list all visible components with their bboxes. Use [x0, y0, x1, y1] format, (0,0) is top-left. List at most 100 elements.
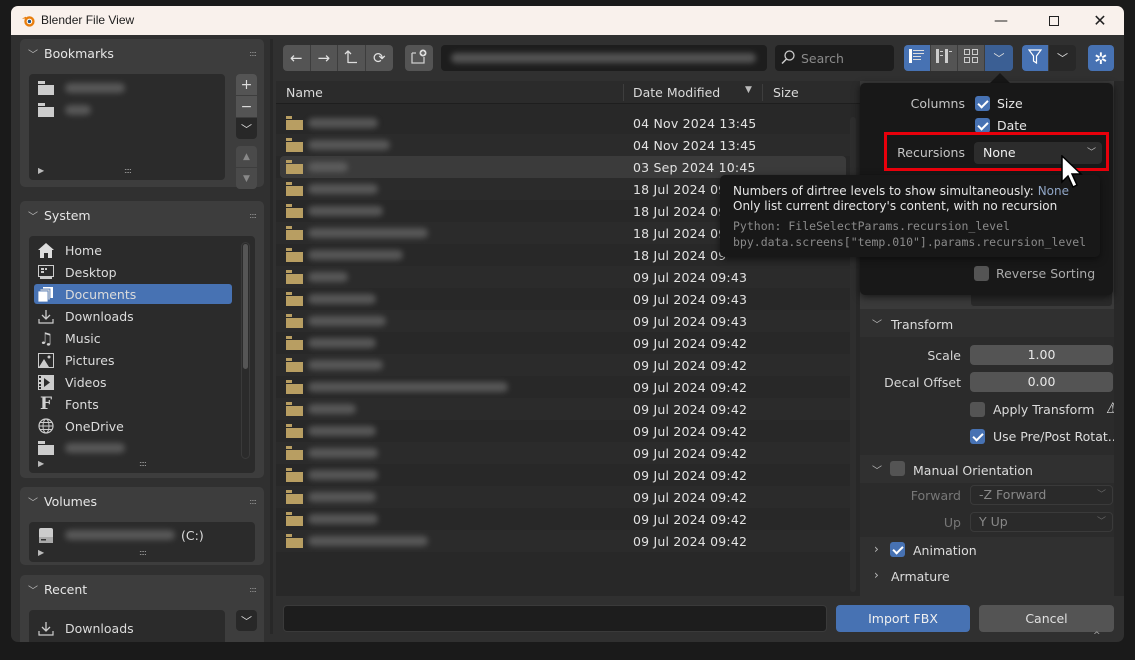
checkbox[interactable]	[970, 402, 985, 417]
volumes-header[interactable]: ﹀ Volumes	[28, 494, 97, 509]
add-bookmark-button[interactable]: +	[236, 74, 257, 95]
system-item-desktop[interactable]: Desktop	[34, 262, 232, 282]
column-header-size[interactable]: Size	[773, 81, 799, 104]
manual-orientation-checkbox[interactable]	[890, 461, 905, 476]
file-row[interactable]: 09 Jul 2024 09:43	[276, 266, 850, 288]
up-dropdown[interactable]: Y Up ﹀	[970, 512, 1113, 532]
options-button[interactable]: ✲	[1088, 45, 1114, 71]
options-scrollbar-track[interactable]	[1114, 81, 1124, 596]
refresh-button[interactable]: ⟳	[366, 45, 393, 71]
checkbox[interactable]	[975, 118, 990, 133]
search-field[interactable]: Search	[775, 45, 894, 71]
volume-item-c[interactable]: (C:)	[34, 525, 232, 545]
forward-dropdown[interactable]: -Z Forward ﹀	[970, 485, 1113, 505]
file-row[interactable]: 09 Jul 2024 09:43	[276, 288, 850, 310]
system-item-videos[interactable]: Videos	[34, 372, 232, 392]
system-item-fonts[interactable]: F Fonts	[34, 394, 232, 414]
minimize-button[interactable]: —	[978, 6, 1024, 35]
display-settings-dropdown-button[interactable]: ﹀	[985, 45, 1013, 71]
create-new-directory-button[interactable]	[405, 45, 433, 71]
file-row[interactable]: 09 Jul 2024 09:42	[276, 442, 850, 464]
display-vertical-list-button[interactable]	[904, 45, 931, 71]
checkbox[interactable]	[975, 96, 990, 111]
back-button[interactable]: ←	[283, 45, 311, 71]
bookmark-menu-button[interactable]: ﹀	[236, 118, 257, 139]
drag-grip-icon[interactable]: ::::	[249, 211, 257, 220]
system-item-home[interactable]: Home	[34, 240, 232, 260]
use-prepost-rotation-checkbox[interactable]: Use Pre/Post Rotat...	[970, 428, 1120, 444]
drag-grip-icon[interactable]: ::::	[249, 585, 257, 594]
file-row[interactable]: 09 Jul 2024 09:42	[276, 530, 850, 552]
parent-directory-button[interactable]	[338, 45, 366, 71]
size-column-checkbox[interactable]: Size	[975, 95, 1023, 111]
forward-button[interactable]: →	[311, 45, 338, 71]
checkbox[interactable]	[974, 266, 989, 281]
system-item-onedrive[interactable]: OneDrive	[34, 416, 232, 436]
file-row[interactable]: 09 Jul 2024 09:42	[276, 398, 850, 420]
sidebar-divider[interactable]	[270, 39, 273, 634]
column-divider[interactable]	[762, 84, 763, 101]
expand-triangle-icon[interactable]: ▶	[38, 548, 44, 557]
recent-item-downloads[interactable]: Downloads	[34, 618, 232, 638]
file-row[interactable]: 09 Jul 2024 09:43	[276, 310, 850, 332]
move-down-button[interactable]: ▼	[236, 168, 257, 189]
bookmarks-header[interactable]: ﹀ Bookmarks	[28, 46, 114, 61]
reverse-sorting-checkbox[interactable]: Reverse Sorting	[974, 265, 1095, 281]
apply-transform-checkbox[interactable]: Apply Transform	[970, 401, 1094, 417]
expand-triangle-icon[interactable]: ▶	[38, 166, 44, 175]
system-item-documents[interactable]: Documents	[34, 284, 232, 304]
bookmark-item[interactable]	[34, 100, 232, 120]
drag-grip-icon[interactable]: ::::	[249, 49, 257, 58]
file-row[interactable]: 09 Jul 2024 09:42	[276, 376, 850, 398]
resize-grip-icon[interactable]: ::::	[139, 459, 147, 468]
file-row[interactable]: 09 Jul 2024 09:42	[276, 420, 850, 442]
armature-section-header[interactable]: › Armature	[860, 563, 1114, 589]
maximize-button[interactable]	[1031, 6, 1077, 35]
file-row[interactable]: 09 Jul 2024 09:42	[276, 486, 850, 508]
column-header-date[interactable]: Date Modified	[633, 81, 720, 104]
system-item-pictures[interactable]: Pictures	[34, 350, 232, 370]
recent-menu-button[interactable]: ﹀	[236, 610, 257, 631]
filter-dropdown-button[interactable]: ﹀	[1049, 45, 1076, 71]
remove-bookmark-button[interactable]: −	[236, 96, 257, 117]
chevron-up-icon[interactable]: ^	[1093, 631, 1101, 641]
display-thumbnails-button[interactable]	[958, 45, 985, 71]
filter-toggle-button[interactable]	[1022, 45, 1049, 71]
animation-checkbox[interactable]	[890, 542, 905, 557]
expand-triangle-icon[interactable]: ▶	[38, 459, 44, 468]
import-fbx-button[interactable]: Import FBX	[836, 605, 970, 632]
bookmark-item[interactable]	[34, 78, 232, 98]
date-column-checkbox[interactable]: Date	[975, 117, 1027, 133]
filename-input[interactable]	[283, 605, 827, 632]
resize-grip-icon[interactable]: ::::	[139, 548, 147, 557]
system-scrollbar-track[interactable]	[241, 242, 250, 459]
close-button[interactable]: ✕	[1077, 6, 1123, 35]
cancel-button[interactable]: Cancel	[979, 605, 1114, 632]
system-header[interactable]: ﹀ System	[28, 208, 91, 223]
system-item-downloads[interactable]: Downloads	[34, 306, 232, 326]
resize-grip-icon[interactable]: ::::	[124, 166, 132, 175]
column-divider[interactable]	[623, 84, 624, 101]
transform-section-header[interactable]: ﹀ Transform	[860, 309, 1114, 339]
file-row[interactable]: 09 Jul 2024 09:42	[276, 332, 850, 354]
recent-header[interactable]: ﹀ Recent	[28, 582, 87, 597]
system-scrollbar-thumb[interactable]	[243, 244, 248, 369]
manual-orientation-header[interactable]: ﹀ Manual Orientation	[860, 455, 1114, 485]
file-row[interactable]: 09 Jul 2024 09:42	[276, 354, 850, 376]
drag-grip-icon[interactable]: ::::	[249, 497, 257, 506]
system-item-folder[interactable]	[34, 438, 232, 458]
system-item-music[interactable]: ♫ Music	[34, 328, 232, 348]
file-row[interactable]: 04 Nov 2024 13:45	[276, 134, 850, 156]
file-row[interactable]: 09 Jul 2024 09:42	[276, 464, 850, 486]
sort-descending-icon[interactable]: ▼	[745, 85, 752, 95]
animation-section-header[interactable]: › Animation	[860, 537, 1114, 563]
move-up-button[interactable]: ▲	[236, 146, 257, 167]
file-row[interactable]: 04 Nov 2024 13:45	[276, 112, 850, 134]
scale-field[interactable]: 1.00	[970, 345, 1113, 365]
decal-offset-field[interactable]: 0.00	[970, 372, 1113, 392]
column-header-name[interactable]: Name	[286, 81, 323, 104]
directory-path-field[interactable]	[441, 45, 767, 71]
checkbox[interactable]	[970, 429, 985, 444]
file-row[interactable]: 09 Jul 2024 09:42	[276, 508, 850, 530]
display-horizontal-list-button[interactable]	[931, 45, 958, 71]
